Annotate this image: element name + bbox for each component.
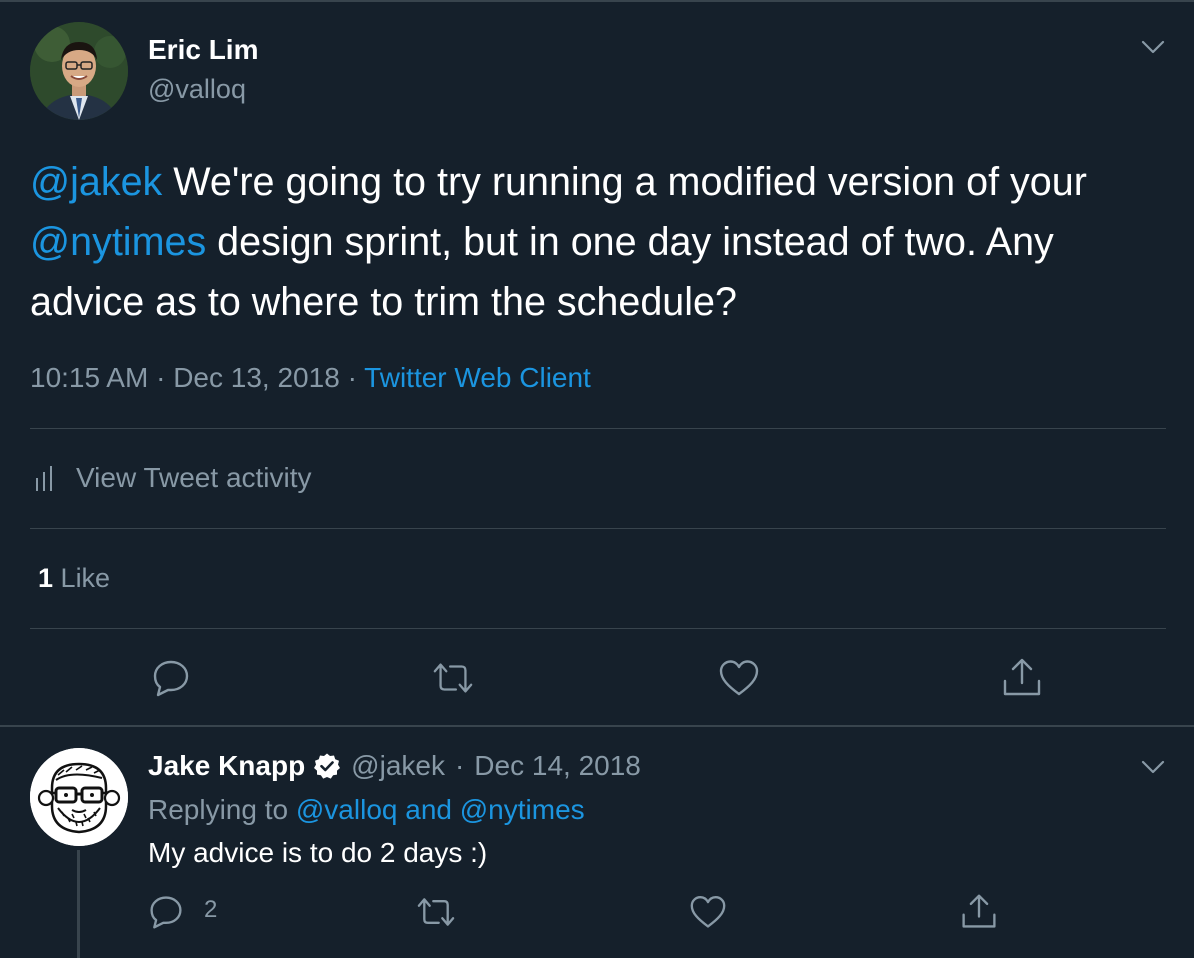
share-icon (962, 894, 996, 928)
tweet-meta: 10:15 AM · Dec 13, 2018 · Twitter Web Cl… (30, 362, 591, 394)
like-count: 1 (38, 563, 54, 593)
like-icon (690, 895, 726, 928)
tweet-text-part: We're going to try running a modified ve… (162, 160, 1087, 204)
meta-separator: · (454, 750, 465, 781)
reply-author-avatar[interactable] (30, 748, 128, 846)
replying-to-valloq-link[interactable]: @valloq (296, 794, 398, 825)
reply-author-name[interactable]: Jake Knapp (148, 750, 305, 782)
divider (30, 628, 1166, 629)
reply-icon (150, 896, 182, 929)
reply-icon (153, 660, 189, 697)
share-button[interactable] (1000, 656, 1044, 700)
author-name[interactable]: Eric Lim (148, 34, 258, 66)
mention-nytimes-link[interactable]: @nytimes (30, 220, 206, 264)
top-border (0, 0, 1194, 2)
tweet-source-link[interactable]: Twitter Web Client (364, 362, 591, 393)
meta-separator: · (156, 362, 166, 393)
mention-jakek-link[interactable]: @jakek (30, 160, 162, 204)
reply-button[interactable] (144, 890, 188, 934)
chevron-down-icon[interactable] (1138, 32, 1168, 62)
retweet-button[interactable] (414, 890, 458, 934)
divider (30, 428, 1166, 429)
author-handle[interactable]: @valloq (148, 74, 246, 105)
replying-to: Replying to @valloq and @nytimes (148, 794, 585, 826)
retweet-icon (417, 898, 455, 926)
retweet-icon (433, 663, 473, 693)
replying-and[interactable]: and (405, 794, 452, 825)
like-button[interactable] (686, 890, 730, 934)
avatar-photo-icon (30, 22, 128, 120)
replying-to-nytimes-link[interactable]: @nytimes (460, 794, 585, 825)
chevron-down-icon[interactable] (1138, 752, 1168, 782)
verified-badge-icon (313, 752, 341, 780)
thread-line (77, 850, 80, 958)
divider (30, 528, 1166, 529)
view-tweet-activity-link[interactable]: View Tweet activity (34, 462, 312, 494)
like-button[interactable] (717, 656, 761, 700)
view-tweet-activity-label: View Tweet activity (76, 462, 312, 493)
cartoon-face-avatar-icon (30, 748, 128, 846)
like-label: Like (60, 563, 111, 593)
reply-text: My advice is to do 2 days :) (148, 837, 488, 868)
like-icon (719, 660, 759, 696)
tweet-date[interactable]: Dec 13, 2018 (173, 362, 340, 393)
reply-date[interactable]: Dec 14, 2018 (474, 750, 641, 782)
tweet-time[interactable]: 10:15 AM (30, 362, 148, 393)
author-avatar[interactable] (30, 22, 128, 120)
share-button[interactable] (957, 890, 1001, 934)
share-icon (1003, 658, 1041, 696)
likes-count-link[interactable]: 1 Like (38, 563, 110, 594)
reply-header: Jake Knapp @jakek · Dec 14, 2018 (148, 750, 641, 782)
retweet-button[interactable] (431, 656, 475, 700)
analytics-icon (36, 466, 52, 491)
meta-separator: · (347, 362, 357, 393)
replying-prefix: Replying to (148, 794, 289, 825)
tweet-text: @jakek We're going to try running a modi… (30, 152, 1160, 332)
reply-author-handle[interactable]: @jakek (351, 750, 445, 782)
section-divider (0, 725, 1194, 727)
reply-button[interactable] (149, 656, 193, 700)
tweet-detail-page: Eric Lim @valloq @jakek We're going to t… (0, 0, 1194, 958)
reply-count: 2 (204, 896, 218, 923)
